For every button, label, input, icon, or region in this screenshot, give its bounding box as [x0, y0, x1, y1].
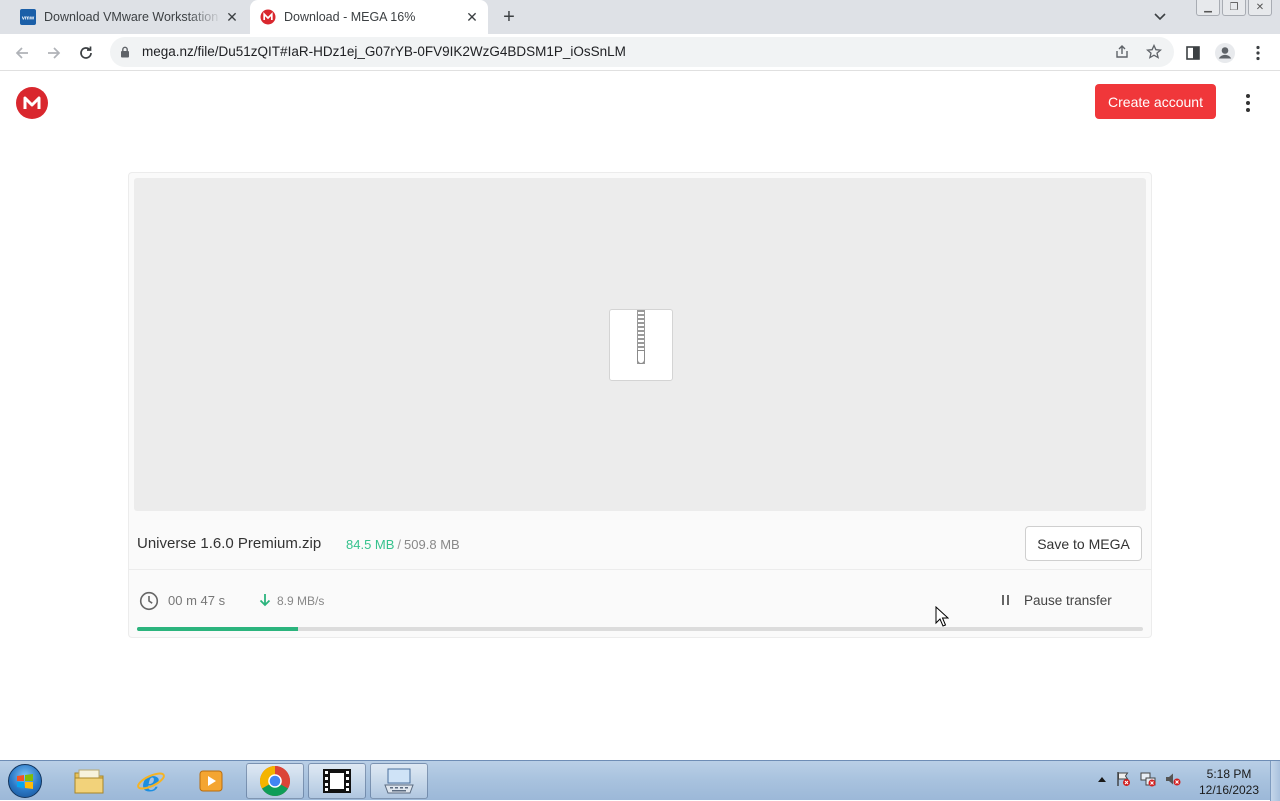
tab-strip: vmw Download VMware Workstation ✕ Downlo… [0, 0, 1280, 34]
pause-icon[interactable] [1002, 595, 1012, 605]
volume-muted-icon[interactable] [1165, 771, 1181, 787]
taskbar-media-player[interactable] [182, 763, 240, 799]
page-menu-icon[interactable] [1238, 92, 1258, 114]
new-tab-button[interactable]: + [498, 6, 520, 28]
browser-menu-icon[interactable] [1247, 42, 1269, 64]
url-text[interactable]: mega.nz/file/Du51zQIT#IaR-HDz1ej_G07rYB-… [142, 44, 626, 59]
mega-logo[interactable] [16, 87, 48, 119]
lock-icon[interactable] [120, 46, 130, 58]
film-icon [323, 769, 351, 793]
mega-logo-icon [23, 96, 41, 109]
folder-icon [74, 769, 104, 794]
bookmark-star-icon[interactable] [1146, 44, 1162, 60]
system-tray [1098, 771, 1181, 787]
start-button[interactable] [4, 762, 46, 800]
taskbar-explorer[interactable] [60, 763, 118, 799]
pause-transfer-button[interactable]: Pause transfer [1024, 593, 1112, 608]
back-button[interactable] [11, 42, 33, 64]
window-controls: ▁ ❐ ✕ [1196, 0, 1272, 16]
save-to-mega-button[interactable]: Save to MEGA [1025, 526, 1142, 561]
total-size: 509.8 MB [404, 537, 460, 552]
share-icon[interactable] [1114, 44, 1130, 60]
vmware-icon: vmw [20, 9, 36, 25]
chrome-icon [259, 766, 291, 797]
clock-icon [139, 591, 159, 611]
file-name: Universe 1.6.0 Premium.zip [137, 535, 322, 552]
size-separator: / [397, 537, 402, 552]
minimize-button[interactable]: ▁ [1196, 0, 1220, 16]
download-speed: 8.9 MB/s [277, 594, 325, 608]
download-size: 84.5 MB/509.8 MB [346, 537, 460, 552]
media-player-icon [199, 770, 223, 792]
mouse-cursor-icon [935, 606, 949, 627]
show-desktop-button[interactable] [1270, 761, 1280, 801]
download-card: Universe 1.6.0 Premium.zip 84.5 MB/509.8… [128, 172, 1152, 638]
progress-fill [137, 627, 298, 631]
taskbar-internet-explorer[interactable]: e [122, 763, 180, 799]
restore-button[interactable]: ❐ [1222, 0, 1246, 16]
internet-explorer-icon: e [137, 766, 165, 796]
svg-text:e: e [142, 766, 160, 796]
zip-file-icon [609, 309, 673, 381]
svg-text:vmw: vmw [22, 16, 35, 22]
taskbar-keyboard-app[interactable] [370, 763, 428, 799]
reload-icon [80, 46, 92, 59]
downloaded-amount: 84.5 MB [346, 537, 395, 552]
time-remaining: 00 m 47 s [168, 593, 226, 608]
reload-button[interactable] [75, 42, 97, 64]
browser-toolbar: mega.nz/file/Du51zQIT#IaR-HDz1ej_G07rYB-… [0, 34, 1280, 71]
mega-icon [260, 9, 276, 25]
back-arrow-icon [15, 47, 28, 59]
forward-arrow-icon [48, 47, 61, 59]
clock-date: 12/16/2023 [1198, 783, 1260, 797]
download-progress-bar [137, 627, 1143, 631]
close-tab-icon[interactable]: ✕ [462, 7, 482, 27]
side-panel-icon[interactable] [1182, 42, 1204, 64]
close-window-button[interactable]: ✕ [1248, 0, 1272, 16]
taskbar-clock[interactable]: 5:18 PM 12/16/2023 [1194, 766, 1264, 798]
taskbar-chrome[interactable] [246, 763, 304, 799]
divider [129, 569, 1151, 570]
create-account-button[interactable]: Create account [1095, 84, 1216, 119]
address-bar[interactable]: mega.nz/file/Du51zQIT#IaR-HDz1ej_G07rYB-… [110, 37, 1174, 67]
close-tab-icon[interactable]: ✕ [222, 7, 242, 27]
file-preview [134, 178, 1146, 511]
tab-mega[interactable]: Download - MEGA 16% ✕ [250, 0, 488, 34]
tab-search-icon[interactable] [1150, 8, 1170, 26]
keyboard-icon [384, 768, 414, 794]
tab-vmware[interactable]: vmw Download VMware Workstation ✕ [0, 0, 248, 34]
mega-page: Create account Universe 1.6.0 Premium.zi… [0, 72, 1280, 760]
windows-taskbar: e 5:18 PM 12/16/2023 [0, 760, 1280, 801]
action-center-flag-icon[interactable] [1115, 771, 1131, 787]
clock-time: 5:18 PM [1206, 767, 1252, 781]
show-hidden-icons-icon[interactable] [1098, 776, 1106, 782]
download-arrow-icon [259, 594, 271, 607]
windows-logo-icon [8, 764, 42, 798]
taskbar-video-app[interactable] [308, 763, 366, 799]
tab-title: Download - MEGA 16% [284, 10, 416, 24]
profile-avatar-icon[interactable] [1214, 42, 1236, 64]
forward-button[interactable] [43, 42, 65, 64]
network-icon[interactable] [1140, 771, 1156, 787]
tab-title: Download VMware Workstation [44, 10, 219, 24]
